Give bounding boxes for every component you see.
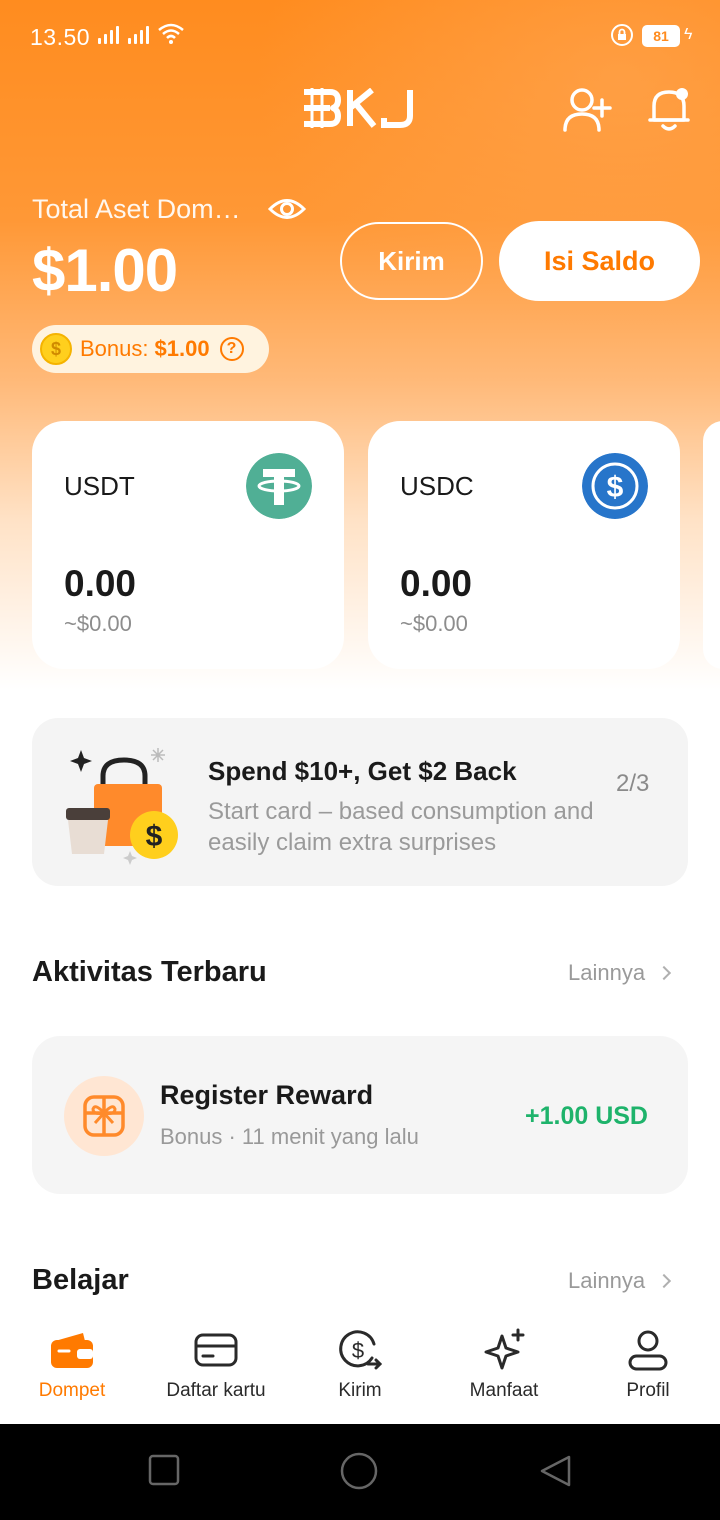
total-assets-label: Total Aset Dompet xyxy=(32,194,242,224)
nav-label: Manfaat xyxy=(469,1380,539,1401)
token-fiat-value: ~$0.00 xyxy=(64,611,132,636)
bonus-label: Bonus: xyxy=(80,336,149,361)
recent-apps-icon[interactable] xyxy=(148,1454,180,1486)
token-card-usdt[interactable]: USDT 0.00 ~$0.00 xyxy=(32,421,344,669)
more-label: Lainnya xyxy=(568,1268,646,1293)
more-label: Lainnya xyxy=(568,960,646,985)
back-icon[interactable] xyxy=(538,1454,572,1488)
svg-text:$: $ xyxy=(607,471,624,504)
nav-item-manfaat[interactable]: Manfaat xyxy=(432,1308,576,1424)
home-icon[interactable] xyxy=(340,1452,378,1490)
coin-icon: $ xyxy=(40,333,72,365)
lock-icon xyxy=(611,24,633,46)
sparkle-icon xyxy=(482,1328,526,1372)
nav-label: Dompet xyxy=(38,1380,106,1401)
activity-title: Register Reward xyxy=(160,1080,374,1110)
promo-title: Spend $10+, Get $2 Back xyxy=(208,756,517,786)
add-user-button[interactable] xyxy=(562,86,614,134)
token-amount: 0.00 xyxy=(64,563,137,604)
signal-icon xyxy=(98,26,119,44)
nav-label: Profil xyxy=(626,1380,670,1401)
promo-description: Start card – based consumption and easil… xyxy=(208,798,594,856)
nav-item-kirim[interactable]: $ Kirim xyxy=(288,1308,432,1424)
usdt-logo-icon xyxy=(246,453,312,519)
status-bar: 13.50 81 ϟ xyxy=(0,0,720,76)
system-nav-bar xyxy=(0,1424,720,1520)
top-up-button[interactable]: Isi Saldo xyxy=(499,221,700,301)
total-balance: $1.00 xyxy=(32,237,178,304)
profile-icon xyxy=(626,1328,670,1372)
bonus-badge[interactable]: $ Bonus: $1.00 ? xyxy=(32,325,269,373)
activity-more-link[interactable]: Lainnya xyxy=(568,960,672,986)
brand-logo xyxy=(304,88,413,128)
nav-label: Kirim xyxy=(338,1380,382,1401)
usdc-logo-icon: $ xyxy=(582,453,648,519)
bell-icon xyxy=(648,88,690,131)
promo-page-indicator: 2/3 xyxy=(616,770,650,797)
activity-section-title: Aktivitas Terbaru xyxy=(32,956,267,988)
activity-amount: +1.00 USD xyxy=(525,1102,648,1130)
gift-icon xyxy=(64,1076,144,1156)
charging-icon: ϟ xyxy=(684,26,693,43)
promo-banner[interactable]: $ Spend $10+, Get $2 Back Start card – b… xyxy=(32,718,688,886)
wifi-icon xyxy=(158,23,184,44)
chevron-right-icon xyxy=(657,1273,672,1289)
wallet-icon xyxy=(49,1328,95,1372)
bottom-nav: Dompet Daftar kartu $ Kirim Manfaat Prof… xyxy=(0,1308,720,1424)
eye-icon[interactable] xyxy=(268,194,306,224)
add-user-icon xyxy=(563,88,612,132)
battery-indicator: 81 xyxy=(642,25,680,47)
token-card-next[interactable] xyxy=(703,421,720,669)
token-amount: 0.00 xyxy=(400,563,473,604)
help-icon[interactable]: ? xyxy=(219,337,244,361)
token-symbol: USDC xyxy=(400,471,474,501)
learn-more-link[interactable]: Lainnya xyxy=(568,1268,672,1294)
token-card-usdc[interactable]: USDC $ 0.00 ~$0.00 xyxy=(368,421,680,669)
nav-item-dompet[interactable]: Dompet xyxy=(0,1308,144,1424)
status-time: 13.50 xyxy=(30,24,91,50)
bonus-value: $1.00 xyxy=(154,336,210,361)
signal-icon xyxy=(128,26,149,44)
activity-subtitle: Bonus · 11 menit yang lalu xyxy=(160,1124,419,1149)
nav-item-profil[interactable]: Profil xyxy=(576,1308,720,1424)
activity-item[interactable]: Register Reward Bonus · 11 menit yang la… xyxy=(32,1036,688,1194)
svg-text:$: $ xyxy=(352,1338,364,1363)
shopping-bag-icon: $ xyxy=(66,748,178,865)
nav-label: Daftar kartu xyxy=(166,1380,266,1401)
token-symbol: USDT xyxy=(64,471,135,501)
card-icon xyxy=(193,1328,239,1372)
send-money-icon: $ xyxy=(338,1328,382,1372)
send-button[interactable]: Kirim xyxy=(340,222,483,300)
learn-section-title: Belajar xyxy=(32,1264,129,1296)
notification-button[interactable] xyxy=(644,84,694,134)
nav-item-daftar-kartu[interactable]: Daftar kartu xyxy=(144,1308,288,1424)
token-fiat-value: ~$0.00 xyxy=(400,611,468,636)
chevron-right-icon xyxy=(657,965,672,981)
svg-text:$: $ xyxy=(146,820,163,853)
